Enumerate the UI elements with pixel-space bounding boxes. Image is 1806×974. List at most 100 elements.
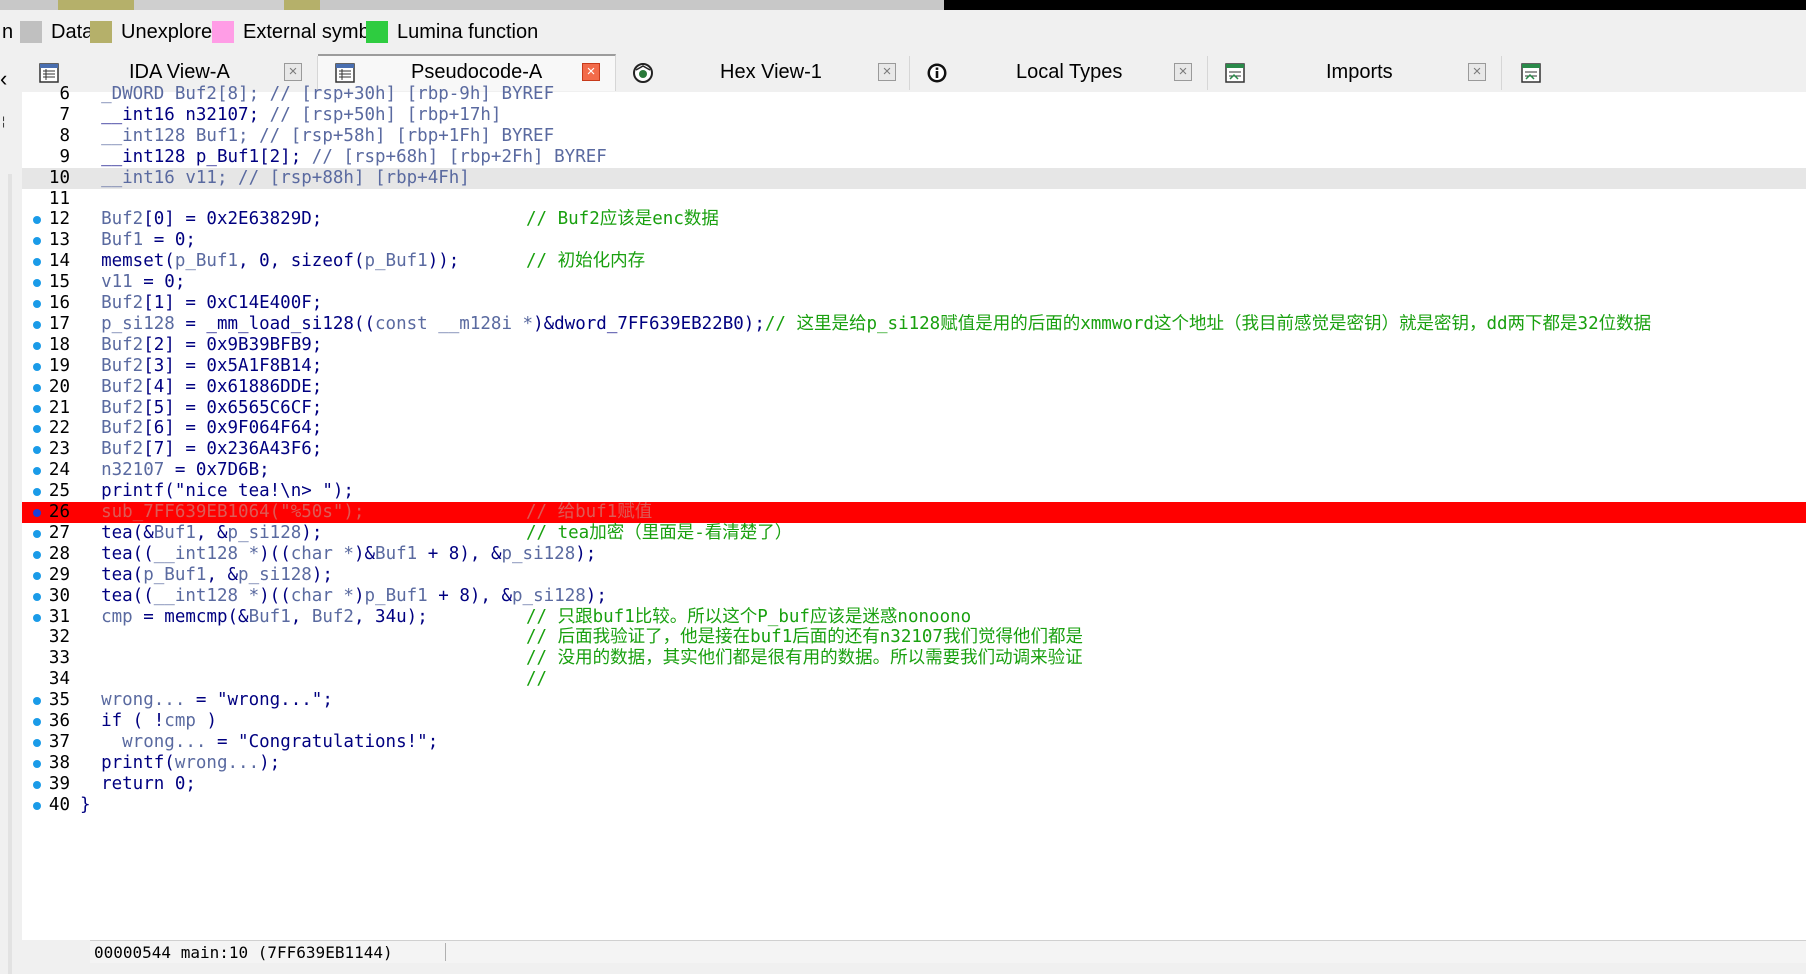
code-line[interactable]: 22 Buf2[6] = 0x9F064F64; bbox=[22, 418, 1806, 439]
legend-label: n bbox=[2, 20, 14, 43]
code-comment: // tea加密（里面是-看清楚了） bbox=[526, 522, 793, 543]
code-token: tea( bbox=[80, 564, 144, 585]
hex-icon bbox=[632, 62, 654, 84]
line-number: 10 bbox=[48, 167, 70, 188]
code-token: + 8), & bbox=[427, 585, 513, 606]
code-line[interactable]: 39 return 0; bbox=[22, 774, 1806, 795]
code-line[interactable]: 31 cmp = memcmp(&Buf1, Buf2, 34u); // 只跟b… bbox=[22, 607, 1806, 628]
code-line[interactable]: 32 // 后面我验证了，他是接在buf1后面的还有n32107我们觉得他们都是 bbox=[22, 627, 1806, 648]
line-number: 25 bbox=[48, 481, 70, 502]
code-token: , 0, sizeof( bbox=[238, 251, 365, 272]
code-token: = _mm_load_si128(( bbox=[174, 313, 376, 334]
code-line[interactable]: 16 Buf2[1] = 0xC14E400F; bbox=[22, 293, 1806, 314]
code-token: printf("nice tea!\n> "); bbox=[80, 481, 354, 502]
tab-label: Imports bbox=[1326, 61, 1393, 83]
line-number: 7 bbox=[59, 104, 70, 125]
code-token: printf( bbox=[80, 752, 175, 773]
code-line[interactable]: 25 printf("nice tea!\n> "); bbox=[22, 481, 1806, 502]
code-line[interactable]: 8 __int128 Buf1; // [rsp+58h] [rbp+1Fh] … bbox=[22, 126, 1806, 147]
code-line[interactable]: 27 tea(&Buf1, &p_si128); // tea加密（里面是-看清楚… bbox=[22, 523, 1806, 544]
code-line[interactable]: 30 tea((__int128 *)((char *)p_Buf1 + 8),… bbox=[22, 586, 1806, 607]
line-number: 38 bbox=[48, 752, 70, 773]
code-line[interactable]: 38 printf(wrong...); bbox=[22, 753, 1806, 774]
code-line[interactable]: 12 Buf2[0] = 0x2E63829D; // Buf2应该是enc数据 bbox=[22, 209, 1806, 230]
code-text: cmp = memcmp(&Buf1, Buf2, 34u); bbox=[80, 607, 428, 628]
code-line[interactable]: 40} bbox=[22, 795, 1806, 816]
code-token: // [rsp+30h] [rbp-9h] BYREF bbox=[269, 84, 555, 104]
code-comment: // 后面我验证了，他是接在buf1后面的还有n32107我们觉得他们都是 bbox=[526, 627, 1083, 648]
code-line[interactable]: 36 if ( !cmp ) bbox=[22, 711, 1806, 732]
tab-close-icon[interactable]: × bbox=[878, 63, 896, 81]
code-token: Buf2 bbox=[80, 355, 144, 376]
code-line[interactable]: 34 // bbox=[22, 669, 1806, 690]
code-line[interactable]: 21 Buf2[5] = 0x6565C6CF; bbox=[22, 398, 1806, 419]
line-number: 20 bbox=[48, 376, 70, 397]
code-token: p_si128 bbox=[512, 585, 586, 606]
code-token: p_si128 bbox=[501, 543, 576, 564]
line-number: 37 bbox=[48, 731, 70, 752]
code-line[interactable]: 20 Buf2[4] = 0x61886DDE; bbox=[22, 377, 1806, 398]
line-number: 8 bbox=[59, 125, 70, 146]
code-text: _DWORD Buf2[8]; // [rsp+30h] [rbp-9h] BY… bbox=[80, 84, 554, 105]
code-line[interactable]: 29 tea(p_Buf1, &p_si128); bbox=[22, 565, 1806, 586]
code-text: return 0; bbox=[80, 774, 196, 795]
grid-icon bbox=[334, 62, 356, 84]
code-token: ); bbox=[585, 585, 607, 606]
code-line[interactable]: 24 n32107 = 0x7D6B; bbox=[22, 460, 1806, 481]
tab-close-icon[interactable]: × bbox=[284, 63, 302, 81]
code-text: __int16 n32107; // [rsp+50h] [rbp+17h] bbox=[80, 105, 501, 126]
code-text: Buf2[6] = 0x9F064F64; bbox=[80, 418, 322, 439]
code-token: p_Buf1 bbox=[364, 251, 428, 272]
line-number: 30 bbox=[48, 585, 70, 606]
code-token: Buf1 bbox=[375, 543, 418, 564]
line-number: 15 bbox=[48, 272, 70, 293]
line-number: 13 bbox=[48, 230, 70, 251]
code-token: Buf2 bbox=[80, 293, 144, 313]
code-line[interactable]: 14 memset(p_Buf1, 0, sizeof(p_Buf1));// … bbox=[22, 251, 1806, 272]
code-token: __int128 Buf1; bbox=[80, 125, 260, 146]
line-number: 11 bbox=[48, 188, 70, 209]
code-line[interactable]: 23 Buf2[7] = 0x236A43F6; bbox=[22, 439, 1806, 460]
code-line[interactable]: 11 bbox=[22, 189, 1806, 210]
code-line[interactable]: 7 __int16 n32107; // [rsp+50h] [rbp+17h] bbox=[22, 105, 1806, 126]
code-line[interactable]: 28 tea((__int128 *)((char *)&Buf1 + 8), … bbox=[22, 544, 1806, 565]
code-token: + 8), & bbox=[417, 543, 502, 564]
code-token: ); bbox=[311, 564, 333, 585]
code-token: ); bbox=[575, 543, 597, 564]
lower-left-panel bbox=[22, 940, 90, 962]
navigation-band[interactable] bbox=[0, 0, 1806, 10]
tab-close-icon[interactable]: × bbox=[582, 63, 600, 81]
code-line[interactable]: 26 sub_7FF639EB1064("%50s"); // 给buf1赋值 bbox=[22, 502, 1806, 523]
code-line[interactable]: 18 Buf2[2] = 0x9B39BFB9; bbox=[22, 335, 1806, 356]
code-token: ); bbox=[259, 752, 281, 773]
code-token: __int128 * bbox=[153, 585, 260, 606]
code-token: cmp bbox=[164, 711, 196, 731]
tab-close-icon[interactable]: × bbox=[1468, 63, 1486, 81]
line-number: 31 bbox=[48, 606, 70, 627]
code-token: [6] = 0x9F064F64; bbox=[143, 418, 323, 439]
code-token: __int16 n32107; bbox=[80, 104, 270, 125]
code-text: __int16 v11; // [rsp+88h] [rbp+4Fh] bbox=[80, 168, 470, 189]
code-token: wrong... bbox=[80, 690, 186, 711]
code-line[interactable]: 13 Buf1 = 0; bbox=[22, 230, 1806, 251]
code-line[interactable]: 9 __int128 p_Buf1[2]; // [rsp+68h] [rbp+… bbox=[22, 147, 1806, 168]
code-token: = 0; bbox=[132, 272, 186, 293]
code-token: char * bbox=[290, 585, 354, 606]
code-line[interactable]: 10 __int16 v11; // [rsp+88h] [rbp+4Fh] bbox=[22, 167, 1806, 189]
left-scrollbar[interactable] bbox=[8, 174, 12, 974]
code-line[interactable]: 17 p_si128 = _mm_load_si128((const __m12… bbox=[22, 314, 1806, 335]
code-line[interactable]: 15 v11 = 0; bbox=[22, 272, 1806, 293]
pseudocode-view[interactable]: 6 _DWORD Buf2[8]; // [rsp+30h] [rbp-9h] … bbox=[22, 84, 1806, 940]
code-token: // 这里是给p_si128赋值是用的后面的xmmword这个地址（我目前感觉是… bbox=[764, 313, 1652, 334]
tab-close-icon[interactable]: × bbox=[1174, 63, 1192, 81]
line-number: 21 bbox=[48, 397, 70, 418]
collapse-arrow-icon[interactable]: ‹ bbox=[0, 68, 7, 90]
line-number: 24 bbox=[48, 460, 70, 481]
code-line[interactable]: 19 Buf2[3] = 0x5A1F8B14; bbox=[22, 356, 1806, 377]
code-token: ); bbox=[301, 522, 323, 543]
code-line[interactable]: 37 wrong... = "Congratulations!"; bbox=[22, 732, 1806, 753]
code-line[interactable]: 35 wrong... = "wrong..."; bbox=[22, 690, 1806, 711]
code-line[interactable]: 6 _DWORD Buf2[8]; // [rsp+30h] [rbp-9h] … bbox=[22, 84, 1806, 105]
code-token: , bbox=[290, 606, 312, 627]
code-line[interactable]: 33 // 没用的数据，其实他们都是很有用的数据。所以需要我们动调来验证 bbox=[22, 648, 1806, 669]
